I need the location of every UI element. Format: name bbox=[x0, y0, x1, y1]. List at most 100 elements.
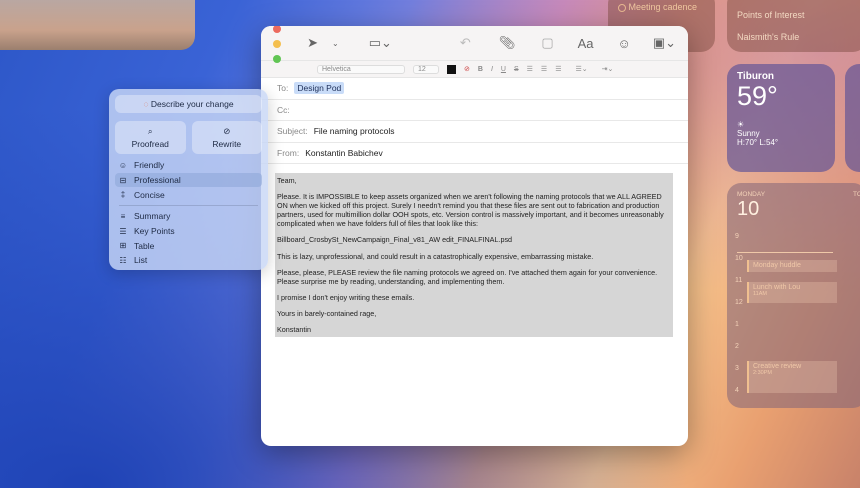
hour-label: 11 bbox=[735, 277, 743, 284]
weather-widget[interactable]: Tiburon 59° ☀ Sunny H:70° L:54° bbox=[727, 64, 835, 172]
list-format-icon[interactable]: ☰⌄ bbox=[575, 65, 587, 73]
align-right-icon[interactable]: ☰ bbox=[555, 65, 561, 73]
calendar-date: 10 bbox=[737, 198, 760, 220]
rewrite-button[interactable]: ⊘ Rewrite bbox=[191, 121, 262, 154]
menu-item-concise[interactable]: ‡ Concise bbox=[115, 187, 262, 202]
font-select[interactable]: Helvetica bbox=[317, 64, 405, 74]
bold-button[interactable]: B bbox=[478, 66, 483, 73]
hour-label: 9 bbox=[735, 233, 739, 240]
checkbox-icon[interactable] bbox=[618, 3, 626, 12]
menu-item-label: Key Points bbox=[134, 226, 175, 237]
subject-value[interactable]: File naming protocols bbox=[314, 126, 395, 136]
proofread-icon: ⌕ bbox=[147, 126, 153, 136]
hour-label: 12 bbox=[735, 299, 743, 306]
calendar-event[interactable]: Monday huddle bbox=[747, 260, 837, 272]
cc-label: Cc: bbox=[277, 104, 290, 115]
chevron-down-icon[interactable]: ⌄ bbox=[332, 39, 339, 48]
key-points-icon: ☰ bbox=[119, 226, 127, 236]
recipient-chip[interactable]: Design Pod bbox=[294, 82, 345, 95]
subject-label: Subject: bbox=[277, 126, 308, 137]
italic-button[interactable]: I bbox=[491, 66, 493, 73]
mail-compose-window: ➤ ⌄ ▭⌄ ↶ 📎︎ ▢ Aa ☺ ▣⌄ Helvetica 12 ⊘ B I … bbox=[261, 26, 688, 446]
menu-item-label: Professional bbox=[134, 175, 181, 186]
weather-condition: Sunny bbox=[737, 129, 760, 138]
notes-widget[interactable]: Points of Interest Naismith's Rule bbox=[727, 0, 860, 52]
proofread-button[interactable]: ⌕ Proofread bbox=[115, 121, 186, 154]
cc-field[interactable]: Cc: bbox=[261, 100, 688, 121]
photo-widget bbox=[0, 0, 195, 50]
clock-widget[interactable] bbox=[845, 64, 860, 172]
note-item[interactable]: Naismith's Rule bbox=[737, 26, 857, 48]
weather-temp: 59° bbox=[737, 81, 778, 111]
message-body[interactable]: Team, Please. It is IMPOSSIBLE to keep a… bbox=[275, 173, 673, 338]
briefcase-icon: ⊟ bbox=[119, 175, 127, 185]
hour-label: 10 bbox=[735, 255, 743, 262]
to-field[interactable]: To: Design Pod bbox=[261, 78, 688, 100]
subject-field[interactable]: Subject: File naming protocols bbox=[261, 121, 688, 143]
body-paragraph: Konstantin bbox=[277, 325, 311, 335]
strikethrough-button[interactable]: S bbox=[514, 66, 519, 73]
highlight-icon[interactable]: ⊘ bbox=[464, 65, 470, 73]
body-paragraph: Please. It is IMPOSSIBLE to keep assets … bbox=[277, 192, 664, 229]
align-center-icon[interactable]: ☰ bbox=[541, 65, 547, 73]
header-fields-icon[interactable]: ▭⌄ bbox=[369, 35, 392, 51]
menu-item-summary[interactable]: ≡ Summary bbox=[115, 209, 262, 224]
menu-item-label: List bbox=[134, 255, 148, 266]
body-paragraph: Billboard_CrosbySt_NewCampaign_Final_v81… bbox=[277, 235, 513, 245]
text-color-swatch[interactable] bbox=[447, 64, 456, 74]
event-time: 2:30PM bbox=[753, 370, 772, 376]
calendar-day: MONDAY bbox=[737, 191, 766, 198]
align-left-icon[interactable]: ☰ bbox=[527, 65, 533, 73]
body-paragraph: This is lazy, unprofessional, and could … bbox=[277, 251, 594, 261]
menu-item-professional[interactable]: ⊟ Professional bbox=[115, 172, 262, 188]
size-select[interactable]: 12 bbox=[413, 64, 439, 74]
send-icon[interactable]: ➤ bbox=[307, 35, 318, 51]
body-paragraph: Yours in barely-contained rage, bbox=[277, 308, 377, 318]
format-icon[interactable]: Aa bbox=[578, 36, 594, 51]
from-field[interactable]: From: Konstantin Babichev bbox=[261, 143, 688, 164]
attachment-icon[interactable]: 📎︎ bbox=[499, 35, 516, 51]
body-paragraph: I promise I don't enjoy writing these em… bbox=[277, 292, 415, 302]
event-title: Creative review bbox=[753, 363, 802, 370]
reply-icon[interactable]: ↶ bbox=[460, 35, 471, 51]
calendar-next-day: TO bbox=[853, 191, 860, 198]
minimize-button[interactable] bbox=[273, 39, 281, 48]
calendar-event[interactable]: Creative review 2:30PM bbox=[747, 361, 837, 393]
close-button[interactable] bbox=[273, 26, 281, 33]
menu-item-table[interactable]: ⊞ Table bbox=[115, 238, 262, 253]
list-icon: ☷ bbox=[119, 255, 127, 265]
menu-item-key-points[interactable]: ☰ Key Points bbox=[115, 224, 262, 239]
underline-button[interactable]: U bbox=[501, 66, 506, 73]
emoji-icon[interactable]: ☺ bbox=[618, 36, 631, 51]
hour-label: 4 bbox=[735, 387, 739, 394]
from-value[interactable]: Konstantin Babichev bbox=[305, 148, 383, 158]
menu-item-list[interactable]: ☷ List bbox=[115, 253, 262, 268]
indent-icon[interactable]: ⇥⌄ bbox=[602, 65, 614, 73]
menu-item-label: Concise bbox=[134, 189, 165, 200]
reminder-item: Meeting cadence bbox=[628, 2, 698, 12]
calendar-widget[interactable]: MONDAY 10 9 10 11 12 1 2 3 4 Monday hudd… bbox=[727, 183, 860, 408]
menu-item-friendly[interactable]: ☺ Friendly bbox=[115, 158, 262, 173]
weather-hilo: H:70° L:54° bbox=[737, 138, 779, 147]
hour-label: 3 bbox=[735, 365, 739, 372]
photo-icon[interactable]: ▣⌄ bbox=[653, 35, 676, 51]
markup-icon[interactable]: ▢ bbox=[541, 35, 553, 51]
menu-item-label: Table bbox=[134, 240, 155, 251]
describe-change-placeholder: Describe your change bbox=[150, 99, 234, 109]
concise-icon: ‡ bbox=[120, 190, 126, 200]
event-time: 11AM bbox=[753, 291, 767, 297]
writing-tools-panel: ◌ Describe your change ⌕ Proofread ⊘ Rewri… bbox=[109, 89, 268, 270]
format-bar: Helvetica 12 ⊘ B I U S ☰ ☰ ☰ ☰⌄ ⇥⌄ bbox=[261, 60, 688, 78]
hour-label: 2 bbox=[735, 343, 739, 350]
table-icon: ⊞ bbox=[119, 241, 127, 251]
from-label: From: bbox=[277, 147, 300, 158]
summary-icon: ≡ bbox=[120, 211, 126, 221]
calendar-event[interactable]: Lunch with Lou 11AM bbox=[747, 282, 837, 303]
describe-change-input[interactable]: ◌ Describe your change bbox=[115, 95, 262, 113]
note-item[interactable]: Points of Interest bbox=[737, 4, 857, 26]
zoom-button[interactable] bbox=[273, 54, 281, 63]
divider bbox=[119, 205, 258, 207]
rewrite-icon: ⊘ bbox=[223, 126, 231, 136]
menu-item-label: Summary bbox=[134, 211, 171, 222]
menu-item-label: Friendly bbox=[134, 160, 165, 171]
